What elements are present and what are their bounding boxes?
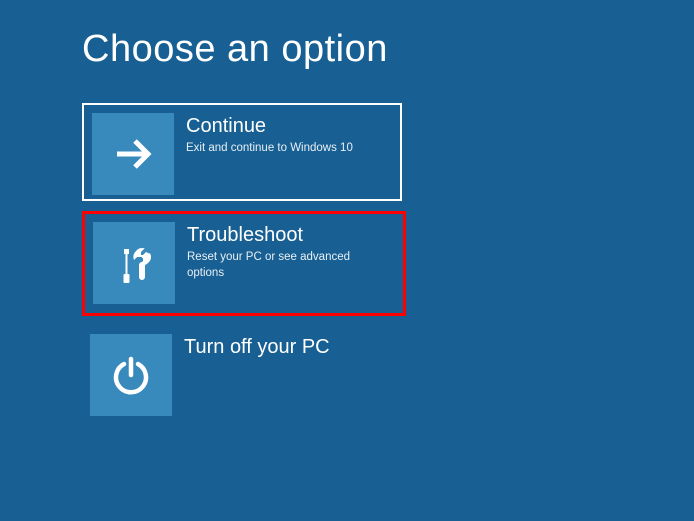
continue-desc: Exit and continue to Windows 10 xyxy=(186,141,353,157)
options-list: Continue Exit and continue to Windows 10 xyxy=(82,103,694,424)
power-icon xyxy=(90,334,172,416)
arrow-right-icon xyxy=(92,113,174,195)
tools-icon xyxy=(93,222,175,304)
continue-tile[interactable]: Continue Exit and continue to Windows 10 xyxy=(82,103,402,201)
page-title: Choose an option xyxy=(82,28,694,71)
troubleshoot-tile[interactable]: Troubleshoot Reset your PC or see advanc… xyxy=(82,211,406,316)
troubleshoot-title: Troubleshoot xyxy=(187,222,385,248)
troubleshoot-desc: Reset your PC or see advanced options xyxy=(187,250,385,281)
turn-off-tile[interactable]: Turn off your PC xyxy=(82,326,402,424)
turn-off-title: Turn off your PC xyxy=(184,334,330,360)
continue-title: Continue xyxy=(186,113,353,139)
